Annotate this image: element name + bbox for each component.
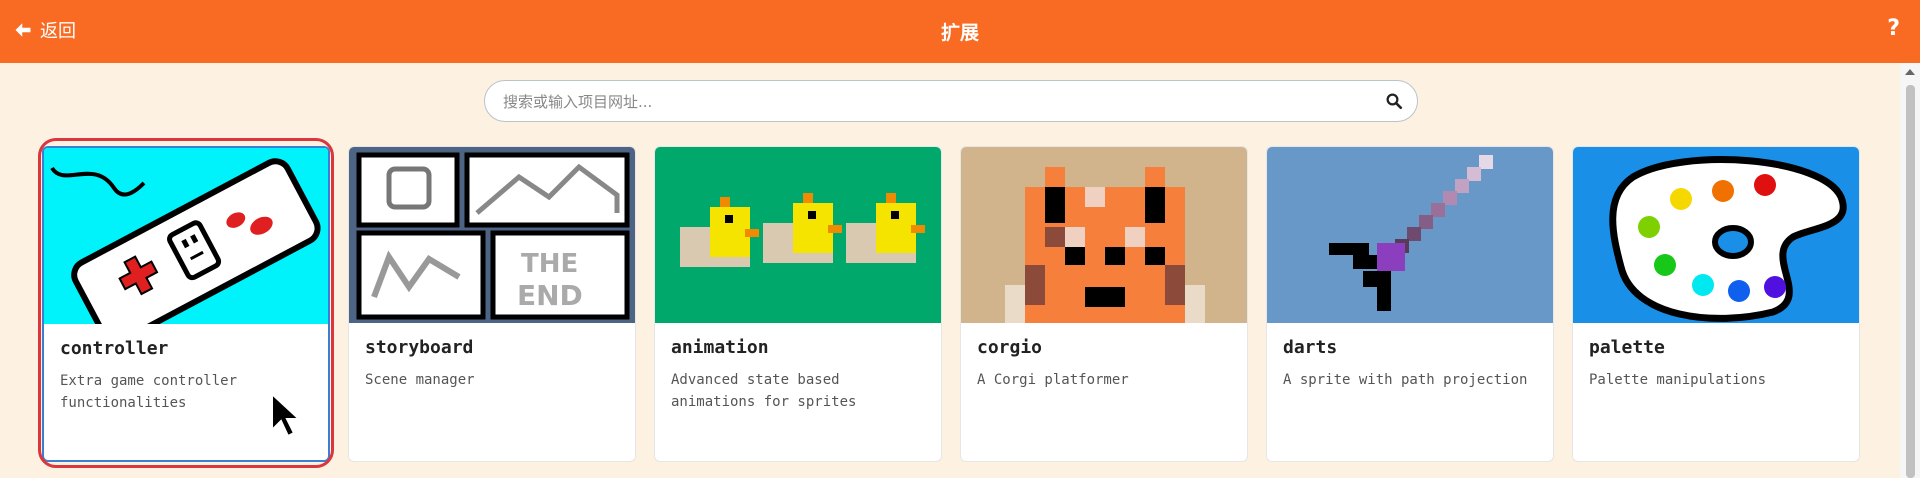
mouse-pointer-icon (271, 392, 300, 438)
extension-description: A sprite with path projection (1283, 372, 1528, 388)
extension-description: Scene manager (365, 372, 475, 388)
scrollbar-thumb[interactable] (1906, 85, 1915, 478)
search-icon[interactable] (1385, 92, 1403, 110)
animation-thumbnail (655, 147, 941, 323)
extension-card-corgio[interactable]: corgio A Corgi platformer (960, 146, 1248, 462)
extension-name: storyboard (365, 337, 474, 358)
extension-name: palette (1589, 337, 1665, 358)
corgio-thumbnail (961, 147, 1247, 323)
extension-description: Advanced state based animations for spri… (671, 372, 857, 410)
search-input[interactable] (501, 81, 1365, 123)
darts-thumbnail (1267, 147, 1553, 323)
extension-name: controller (60, 338, 169, 359)
extension-name: corgio (977, 337, 1043, 358)
extension-name: darts (1283, 337, 1338, 358)
extension-name: animation (671, 337, 769, 358)
scroll-up-icon[interactable] (1905, 69, 1915, 75)
extension-card-palette[interactable]: palette Palette manipulations (1572, 146, 1860, 462)
extension-description: Palette manipulations (1589, 372, 1767, 388)
palette-thumbnail (1573, 147, 1859, 323)
extension-card-storyboard[interactable]: THE END storyboard Scene manager (348, 146, 636, 462)
svg-text:THE: THE (521, 249, 578, 279)
scrollbar[interactable] (1900, 63, 1920, 478)
storyboard-thumbnail: THE END (349, 147, 635, 323)
controller-thumbnail (44, 148, 328, 324)
search-box (484, 80, 1418, 123)
extension-card-darts[interactable]: darts A sprite with path projection (1266, 146, 1554, 462)
page-title: 扩展 (940, 22, 979, 44)
extension-card-animation[interactable]: animation Advanced state based animation… (654, 146, 942, 462)
extension-description: A Corgi platformer (977, 372, 1129, 388)
svg-text:END: END (517, 279, 583, 312)
help-button[interactable]: ? (1887, 16, 1900, 41)
top-bar: 返回 扩展 ? (0, 0, 1920, 63)
